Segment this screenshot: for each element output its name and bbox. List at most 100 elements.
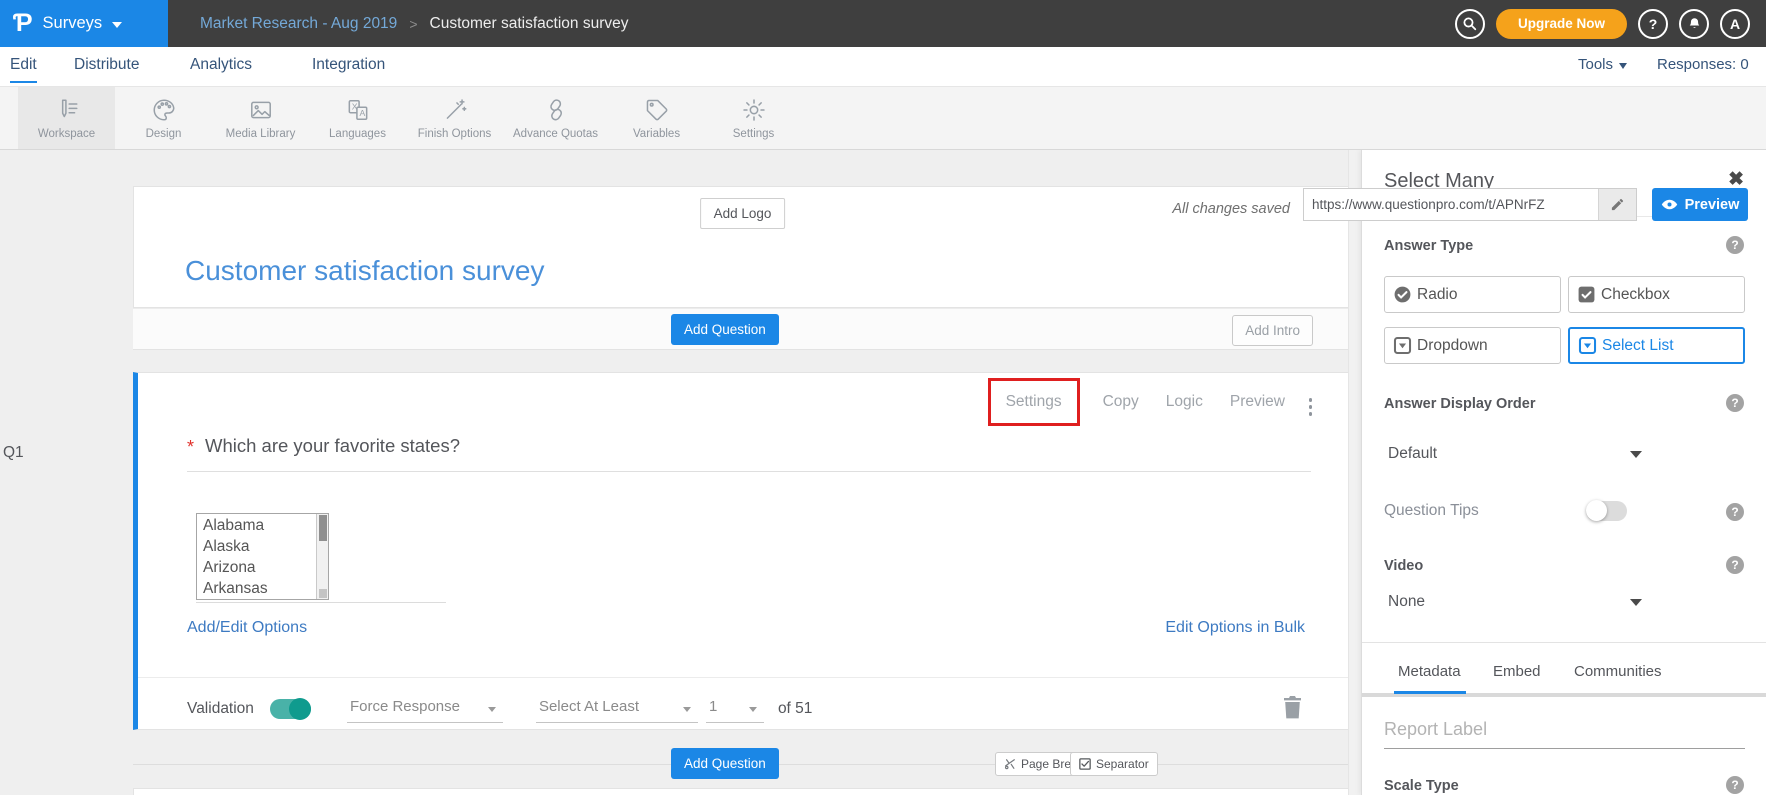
tab-embed[interactable]: Embed <box>1493 663 1541 680</box>
add-intro-button[interactable]: Add Intro <box>1232 315 1313 346</box>
question-copy-button[interactable]: Copy <box>1103 393 1139 411</box>
upgrade-now-button[interactable]: Upgrade Now <box>1496 9 1627 39</box>
answer-type-radio[interactable]: Radio <box>1384 276 1561 313</box>
question-logic-button[interactable]: Logic <box>1166 393 1203 411</box>
tab-analytics[interactable]: Analytics <box>190 56 252 81</box>
display-order-dropdown[interactable]: Default <box>1388 445 1642 463</box>
edit-options-in-bulk-link[interactable]: Edit Options in Bulk <box>1165 619 1305 637</box>
editor-scrollbar[interactable] <box>1348 150 1361 795</box>
survey-url-box <box>1303 188 1637 221</box>
display-order-help-icon[interactable]: ? <box>1726 394 1744 412</box>
help-button[interactable]: ? <box>1638 9 1668 39</box>
tools-menu[interactable]: Tools <box>1578 56 1627 73</box>
breadcrumb-separator: > <box>409 16 417 32</box>
breadcrumb-folder[interactable]: Market Research - Aug 2019 <box>200 15 397 33</box>
question-card: Settings Copy Logic Preview * Which are … <box>133 372 1352 730</box>
tab-edit[interactable]: Edit <box>10 56 37 83</box>
separator-checkbox-icon <box>1079 758 1091 770</box>
page-break-icon <box>1004 758 1016 770</box>
force-response-dropdown[interactable]: Force Response <box>347 696 503 723</box>
min-count-value: 1 <box>709 698 717 715</box>
answer-type-options: Radio Checkbox Dropdown Select List <box>1384 276 1745 364</box>
list-item[interactable]: Arkansas <box>197 578 316 599</box>
add-logo-button[interactable]: Add Logo <box>700 198 786 229</box>
report-label-input[interactable] <box>1384 715 1745 749</box>
answer-type-label: Answer Type <box>1384 238 1473 254</box>
toolbar-item-label: Finish Options <box>418 128 492 140</box>
min-count-dropdown[interactable]: 1 <box>706 696 764 723</box>
media-library-icon <box>248 97 274 123</box>
survey-url-input[interactable] <box>1304 189 1598 220</box>
chevron-down-icon <box>488 707 496 712</box>
chevron-down-icon <box>749 707 757 712</box>
states-select-list[interactable]: Alabama Alaska Arizona Arkansas <box>196 513 329 600</box>
required-marker: * <box>187 437 194 458</box>
toolbar-item-label: Workspace <box>38 128 95 140</box>
answer-type-checkbox[interactable]: Checkbox <box>1568 276 1745 313</box>
toolbar-item-label: Advance Quotas <box>513 128 598 140</box>
chevron-down-icon <box>1630 599 1642 606</box>
toolbar-item-workspace[interactable]: Workspace <box>18 87 115 149</box>
scrollbar-thumb[interactable] <box>319 515 327 541</box>
delete-question-button[interactable] <box>1283 696 1305 722</box>
surveys-product-menu[interactable]: Ƥ Surveys <box>0 0 168 47</box>
advance-quotas-icon <box>543 97 569 123</box>
toolbar-item-advance-quotas[interactable]: Advance Quotas <box>503 87 608 149</box>
checkbox-icon <box>1577 285 1596 304</box>
toolbar-item-finish-options[interactable]: Finish Options <box>406 87 503 149</box>
answer-type-help-icon[interactable]: ? <box>1726 236 1744 254</box>
question-tips-help-icon[interactable]: ? <box>1726 503 1744 521</box>
display-order-label: Answer Display Order <box>1384 396 1536 412</box>
add-edit-options-link[interactable]: Add/Edit Options <box>187 619 307 637</box>
list-item[interactable]: Arizona <box>197 557 316 578</box>
next-card-edge <box>133 788 1352 795</box>
list-item[interactable]: Alaska <box>197 536 316 557</box>
dots-vertical-icon <box>1309 398 1313 402</box>
listbox-scrollbar[interactable] <box>316 514 328 599</box>
question-number-label: Q1 <box>3 444 24 462</box>
notifications-button[interactable] <box>1679 9 1709 39</box>
account-avatar[interactable]: A <box>1720 9 1750 39</box>
edit-url-button[interactable] <box>1598 189 1636 220</box>
search-button[interactable] <box>1455 9 1485 39</box>
separator-label: Separator <box>1096 757 1149 771</box>
toolbar-item-languages[interactable]: XA Languages <box>309 87 406 149</box>
separator-button[interactable]: Separator <box>1070 752 1158 776</box>
validation-toggle[interactable] <box>270 699 311 719</box>
answer-type-select-list[interactable]: Select List <box>1568 327 1745 364</box>
question-text[interactable]: Which are your favorite states? <box>205 435 460 457</box>
chevron-down-icon <box>683 707 691 712</box>
video-help-icon[interactable]: ? <box>1726 556 1744 574</box>
listbox-underline <box>196 602 446 603</box>
list-item[interactable]: Alabama <box>197 515 316 536</box>
tab-integration[interactable]: Integration <box>312 56 385 81</box>
add-question-button-bottom[interactable]: Add Question <box>671 748 779 779</box>
chevron-down-icon <box>112 22 122 28</box>
toolbar-item-variables[interactable]: Variables <box>608 87 705 149</box>
scale-type-label: Scale Type <box>1384 778 1459 794</box>
tab-metadata[interactable]: Metadata <box>1398 663 1461 680</box>
answer-type-label-text: Radio <box>1417 286 1458 304</box>
question-tips-toggle[interactable] <box>1586 501 1627 521</box>
question-more-menu[interactable] <box>1306 395 1316 419</box>
toolbar-item-design[interactable]: Design <box>115 87 212 149</box>
add-question-button-top[interactable]: Add Question <box>671 314 779 345</box>
design-icon <box>151 97 177 123</box>
preview-button[interactable]: Preview <box>1652 188 1748 221</box>
answer-type-dropdown[interactable]: Dropdown <box>1384 327 1561 364</box>
scale-type-help-icon[interactable]: ? <box>1726 776 1744 794</box>
survey-title[interactable]: Customer satisfaction survey <box>185 255 544 287</box>
select-rule-dropdown[interactable]: Select At Least <box>536 696 698 723</box>
display-order-value: Default <box>1388 445 1437 463</box>
bell-icon <box>1687 16 1702 31</box>
languages-icon: XA <box>345 97 371 123</box>
question-settings-button[interactable]: Settings <box>988 378 1080 426</box>
force-response-value: Force Response <box>350 698 460 715</box>
answer-type-label-text: Select List <box>1602 337 1674 355</box>
tab-communities[interactable]: Communities <box>1574 663 1662 680</box>
tab-distribute[interactable]: Distribute <box>74 56 139 81</box>
toolbar-item-media-library[interactable]: Media Library <box>212 87 309 149</box>
toolbar-item-settings[interactable]: Settings <box>705 87 802 149</box>
video-dropdown[interactable]: None <box>1388 593 1642 611</box>
question-preview-button[interactable]: Preview <box>1230 393 1285 411</box>
